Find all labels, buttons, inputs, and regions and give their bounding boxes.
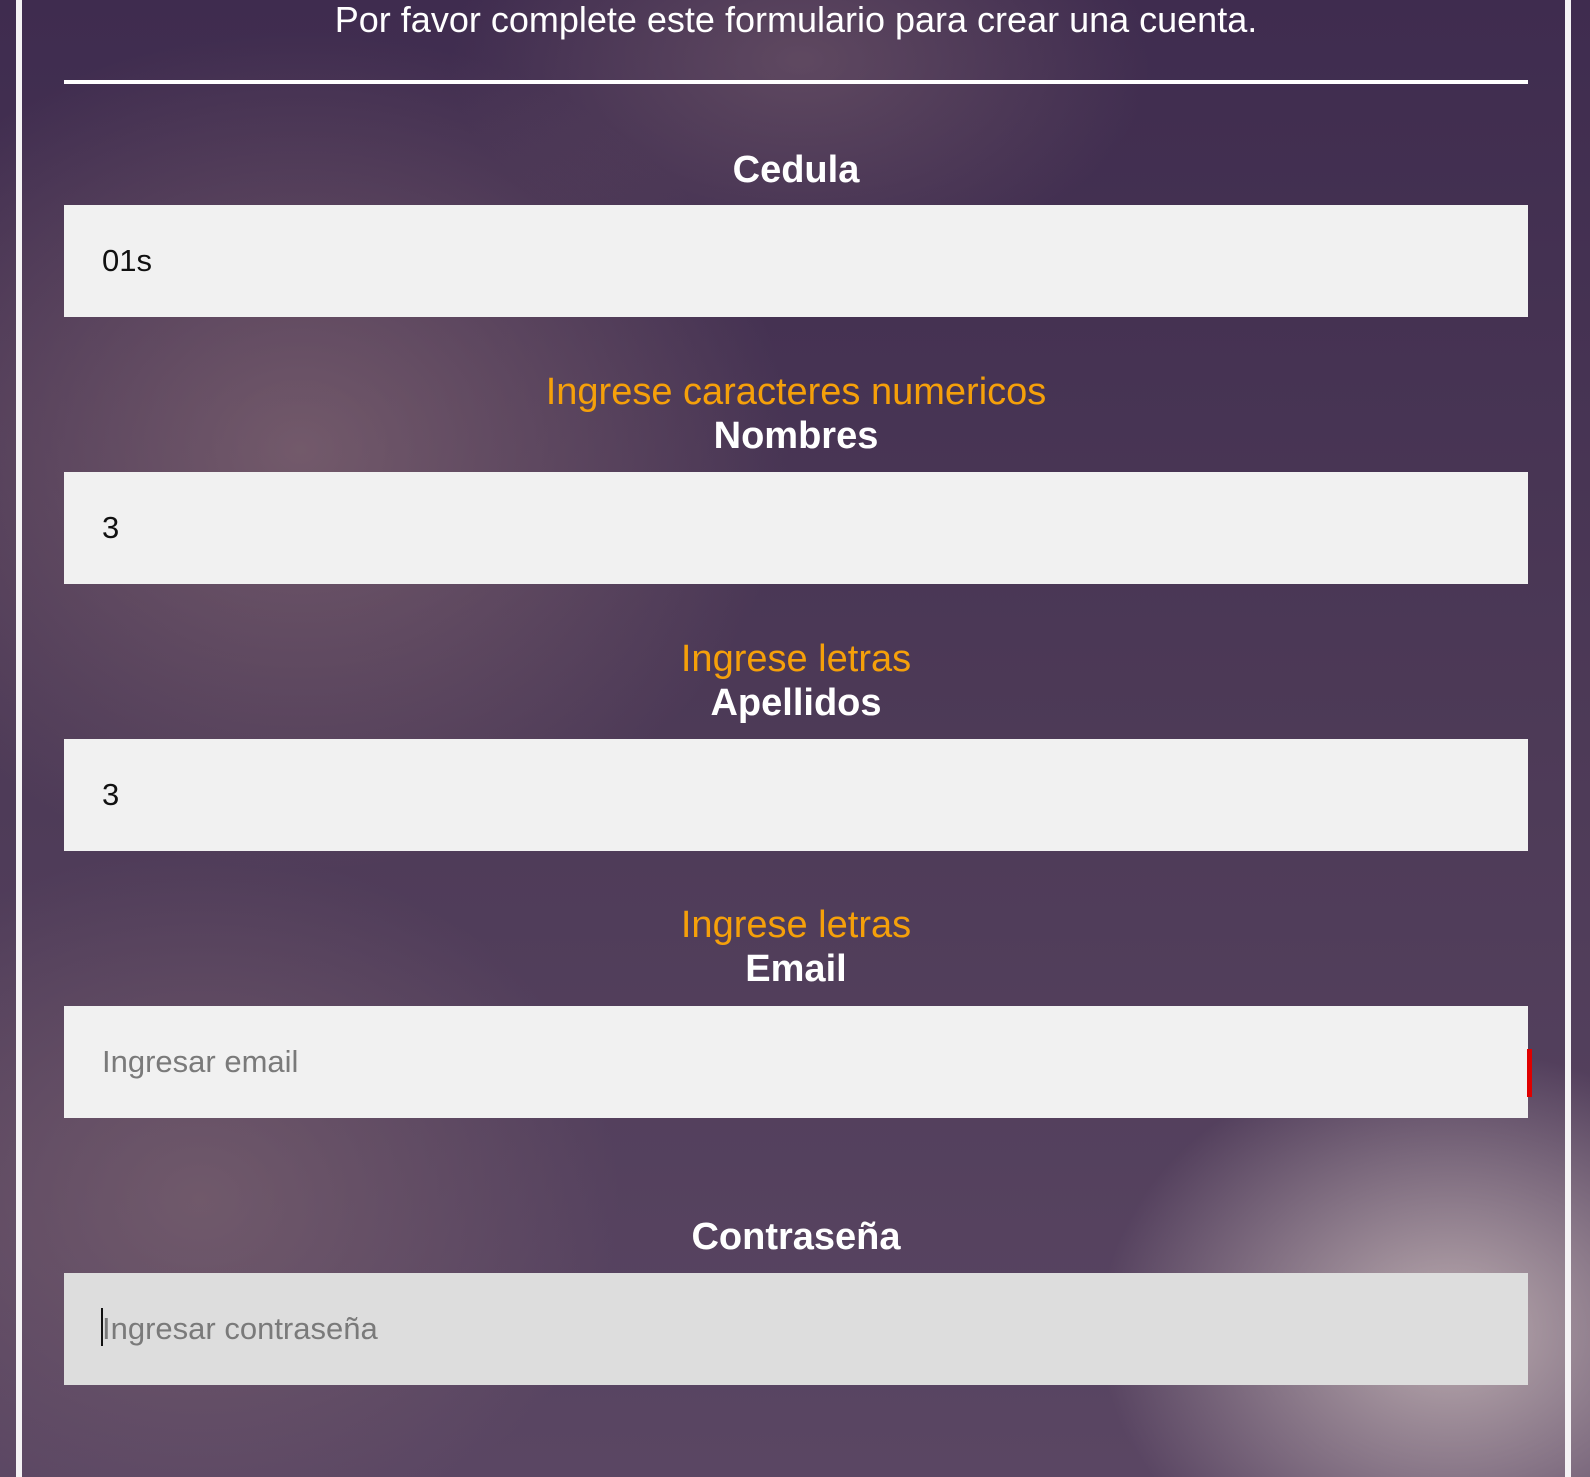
form-divider — [64, 80, 1528, 84]
email-input[interactable] — [64, 1006, 1528, 1118]
cedula-hint: Ingrese caracteres numericos — [545, 371, 1047, 413]
nombres-label: Nombres — [713, 415, 879, 457]
form-intro: Por favor complete este formulario para … — [334, 0, 1258, 40]
password-label: Contraseña — [691, 1216, 901, 1258]
email-error-marker — [1527, 1049, 1532, 1097]
cedula-label: Cedula — [732, 149, 860, 191]
page-border-left — [16, 0, 22, 1477]
cedula-input[interactable] — [64, 205, 1528, 317]
email-label: Email — [745, 948, 847, 990]
apellidos-input[interactable] — [64, 739, 1528, 851]
password-input[interactable] — [64, 1273, 1528, 1385]
page-border-right — [1565, 0, 1571, 1477]
text-cursor — [101, 1308, 103, 1346]
nombres-input[interactable] — [64, 472, 1528, 584]
apellidos-label: Apellidos — [710, 682, 882, 724]
nombres-hint: Ingrese letras — [680, 638, 912, 680]
apellidos-hint: Ingrese letras — [680, 904, 912, 946]
